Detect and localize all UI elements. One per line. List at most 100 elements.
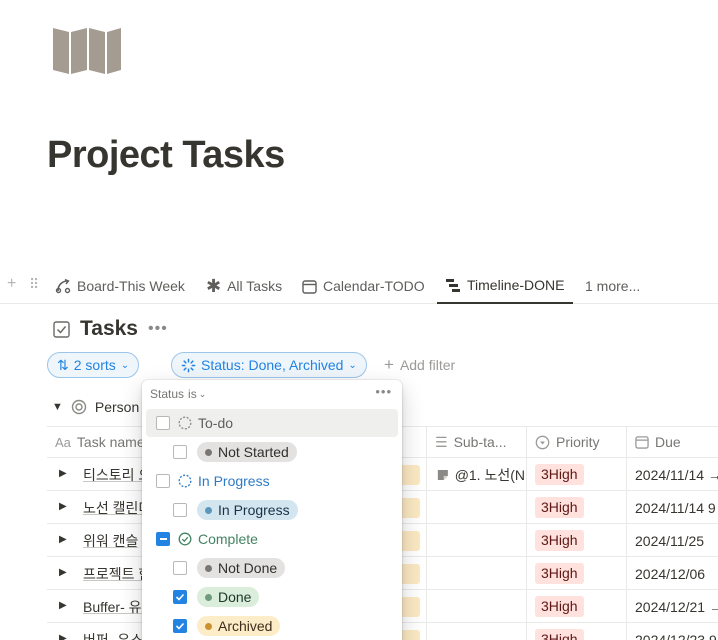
group-header[interactable]: ▼ Person xyxy=(52,396,139,418)
option-checkbox-checked[interactable] xyxy=(173,619,187,633)
drag-handle-icon[interactable]: ⠿ xyxy=(29,276,39,292)
option-checkbox[interactable] xyxy=(173,561,187,575)
checkbox-square-icon xyxy=(53,320,70,338)
tab-more-views[interactable]: 1 more... xyxy=(585,268,640,304)
collapse-triangle-icon[interactable]: ▼ xyxy=(52,401,63,413)
status-group-todo[interactable]: To-do xyxy=(146,409,398,437)
group-checkbox[interactable] xyxy=(156,474,170,488)
status-dot xyxy=(205,506,212,514)
due-date[interactable]: 2024/11/14 → xyxy=(635,458,718,491)
due-date[interactable]: 2024/12/06 xyxy=(635,557,705,590)
status-dot xyxy=(205,564,212,572)
status-pill: Archived xyxy=(197,616,281,636)
page-book-icon[interactable] xyxy=(52,26,122,76)
database-more-icon[interactable]: ••• xyxy=(148,320,168,338)
filter-property-label: Status xyxy=(150,387,185,401)
sort-arrows-icon: ⇅ xyxy=(57,356,69,373)
due-date[interactable]: 2024/11/25 xyxy=(635,524,704,557)
tab-all-tasks[interactable]: ✱ All Tasks xyxy=(206,268,282,304)
checkmark-icon xyxy=(175,622,185,630)
tab-label: Board-This Week xyxy=(77,278,185,294)
status-pill-partial xyxy=(400,630,420,640)
option-label: Not Started xyxy=(218,444,289,460)
status-option-archived[interactable]: Archived xyxy=(146,612,398,640)
todo-dashed-circle-icon xyxy=(178,416,192,430)
status-option-not-done[interactable]: Not Done xyxy=(146,554,398,582)
group-label: Complete xyxy=(198,531,258,547)
status-option-done[interactable]: Done xyxy=(146,583,398,611)
tab-board-this-week[interactable]: Board-This Week xyxy=(55,268,185,304)
calendar-icon xyxy=(635,436,649,449)
status-option-in-progress[interactable]: In Progress xyxy=(146,496,398,524)
column-label: Priority xyxy=(556,434,600,450)
plus-icon: + xyxy=(384,355,394,374)
due-date[interactable]: 2024/12/21 → xyxy=(635,590,718,623)
column-priority[interactable]: Priority xyxy=(535,427,633,457)
status-group-in-progress[interactable]: In Progress xyxy=(146,467,398,495)
chevron-down-icon: ⌄ xyxy=(198,388,207,399)
sorts-chip[interactable]: ⇅ 2 sorts ⌄ xyxy=(47,352,140,378)
filter-more-icon[interactable]: ••• xyxy=(375,384,392,399)
option-label: Done xyxy=(218,589,252,605)
option-label: In Progress xyxy=(218,502,290,518)
group-label: To-do xyxy=(198,415,234,431)
tab-label: Calendar-TODO xyxy=(323,278,425,294)
sorts-label: 2 sorts xyxy=(73,357,116,373)
option-checkbox-checked[interactable] xyxy=(173,590,187,604)
column-task-name[interactable]: Aa Task name xyxy=(55,427,145,457)
option-checkbox[interactable] xyxy=(173,445,187,459)
status-filter-chip[interactable]: Status: Done, Archived ⌄ xyxy=(171,352,367,378)
calendar-icon xyxy=(302,279,317,294)
option-label: Not Done xyxy=(218,560,278,576)
status-pill: In Progress xyxy=(197,500,298,520)
tab-timeline-done[interactable]: Timeline-DONE xyxy=(437,268,573,304)
tab-calendar-todo[interactable]: Calendar-TODO xyxy=(302,268,425,304)
person-target-icon xyxy=(71,399,87,415)
subtask-link[interactable]: @1. 노선(N xyxy=(437,458,525,491)
filter-operator-dropdown[interactable]: is ⌄ xyxy=(188,387,206,401)
group-checkbox[interactable] xyxy=(156,416,170,430)
add-filter-button[interactable]: + Add filter xyxy=(384,352,455,378)
status-dot xyxy=(205,448,212,456)
column-label: Task name xyxy=(76,434,145,450)
expand-triangle-icon[interactable]: ▶ xyxy=(59,501,67,512)
asterisk-icon: ✱ xyxy=(206,275,222,296)
expand-triangle-icon[interactable]: ▶ xyxy=(59,468,67,479)
page-title[interactable]: Project Tasks xyxy=(47,134,285,177)
group-checkbox-partial[interactable] xyxy=(156,532,170,546)
option-checkbox[interactable] xyxy=(173,503,187,517)
column-due[interactable]: Due xyxy=(635,427,718,457)
status-filter-label: Status: Done, Archived xyxy=(201,357,344,373)
status-pill-partial xyxy=(400,465,420,485)
checkmark-icon xyxy=(175,593,185,601)
column-label: Due xyxy=(655,434,681,450)
status-option-not-started[interactable]: Not Started xyxy=(146,438,398,466)
expand-triangle-icon[interactable]: ▶ xyxy=(59,633,67,640)
expand-triangle-icon[interactable]: ▶ xyxy=(59,600,67,611)
expand-triangle-icon[interactable]: ▶ xyxy=(59,534,67,545)
status-pill: Not Started xyxy=(197,442,297,462)
due-date[interactable]: 2024/12/23 9 xyxy=(635,623,717,640)
subtask-label: @1. 노선(N xyxy=(454,466,525,483)
add-view-plus-icon[interactable]: + xyxy=(7,276,16,292)
status-pill-partial xyxy=(400,597,420,617)
status-pill: Not Done xyxy=(197,558,286,578)
status-spinner-icon xyxy=(181,358,196,372)
in-progress-dashed-circle-icon xyxy=(178,474,192,488)
text-aa-icon: Aa xyxy=(55,434,71,450)
priority-badge: 3High xyxy=(535,596,584,617)
add-filter-label: Add filter xyxy=(399,357,456,373)
group-label: In Progress xyxy=(198,473,270,489)
expand-triangle-icon[interactable]: ▶ xyxy=(59,567,67,578)
filter-operator-label: is xyxy=(188,387,197,401)
group-label: Person xyxy=(94,399,140,415)
database-title-row: Tasks ••• xyxy=(53,314,168,344)
status-group-complete[interactable]: Complete xyxy=(146,525,398,553)
priority-badge: 3High xyxy=(535,629,584,640)
database-title[interactable]: Tasks xyxy=(80,317,138,341)
column-subtasks[interactable]: ☰ Sub-ta... xyxy=(435,427,525,457)
status-filter-menu: Status is ⌄ ••• To-do Not Started In Pro… xyxy=(142,380,402,640)
status-pill-partial xyxy=(400,564,420,584)
due-date[interactable]: 2024/11/14 9 xyxy=(635,491,716,524)
complete-check-circle-icon xyxy=(178,532,192,546)
